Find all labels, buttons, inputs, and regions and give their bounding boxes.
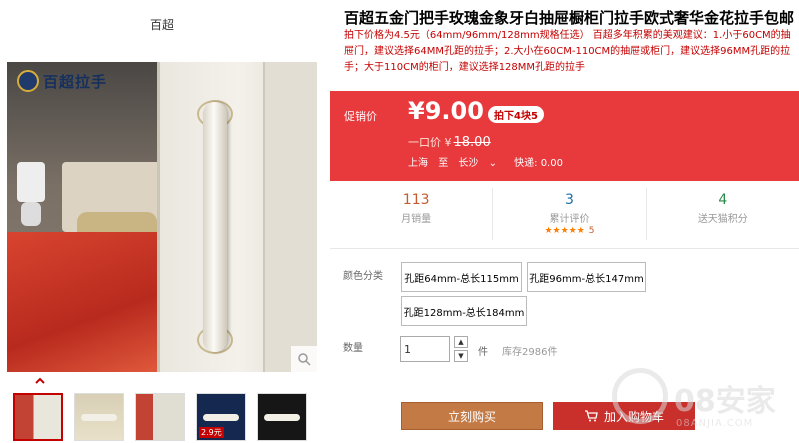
sales-stats: 113 月销量 3 累计评价 ★★★★★ 5 4 送天猫积分 xyxy=(340,188,799,240)
rating-count: 5 xyxy=(588,226,595,236)
thumbnail-strip: 2.9元 xyxy=(13,393,307,441)
brand-logo: 百超拉手 xyxy=(17,70,107,92)
site-watermark: 08安家 08ANJIA.COM xyxy=(612,366,799,443)
search-icon xyxy=(298,353,311,366)
shipping-fee: 快递: 0.00 xyxy=(514,158,563,169)
stock-count: 库存2986件 xyxy=(502,347,558,358)
ship-to-prefix: 至 xyxy=(438,158,449,169)
thumbnail-price-tag: 2.9元 xyxy=(199,427,224,438)
price-amount: 9.00 xyxy=(424,97,484,125)
promo-tag: 拍下4块5 xyxy=(488,106,544,123)
thumbnail-3[interactable] xyxy=(135,393,185,441)
logo-mark-icon xyxy=(17,70,39,92)
thumbnail-2[interactable] xyxy=(74,393,124,441)
product-subtitle: 拍下价格为4.5元（64mm/96mm/128mm规格任选） 百超多年积累的美观… xyxy=(344,30,791,73)
ship-from: 上海 xyxy=(408,158,428,169)
currency-symbol: ¥ xyxy=(408,97,425,125)
quantity-decrease-button[interactable]: ▼ xyxy=(454,350,468,362)
price-panel: 促销价 ¥9.00 拍下4块5 一口价 ¥18.00 上海 至 长沙 ⌄ 快递:… xyxy=(330,91,799,181)
quantity-unit: 件 xyxy=(478,347,488,358)
divider xyxy=(330,248,799,249)
zoom-button[interactable] xyxy=(291,346,317,372)
color-option-label: 颜色分类 xyxy=(343,271,383,282)
sku-option-64mm[interactable]: 孔距64mm-总长115mm xyxy=(401,262,522,292)
promo-price-label: 促销价 xyxy=(344,110,377,123)
promo-price: ¥9.00 xyxy=(408,97,484,125)
stat-reviews[interactable]: 3 累计评价 ★★★★★ 5 xyxy=(493,188,647,240)
shipping-row: 上海 至 长沙 ⌄ 快递: 0.00 xyxy=(408,154,570,169)
sku-option-96mm[interactable]: 孔距96mm-总长147mm xyxy=(527,262,646,292)
original-price-label: 一口价 xyxy=(408,136,441,149)
main-product-image[interactable]: 百超拉手 xyxy=(7,62,317,372)
chevron-up-icon[interactable] xyxy=(34,377,46,385)
original-price: 18.00 xyxy=(453,135,491,150)
rating-stars: ★★★★★ 5 xyxy=(493,226,645,236)
product-title: 百超五金门把手玫瑰金象牙白抽屉橱柜门拉手欧式奢华金花拉手包邮 xyxy=(344,9,795,27)
door-handle xyxy=(203,102,227,352)
star-icons: ★★★★★ xyxy=(544,226,585,236)
thumbnail-1[interactable] xyxy=(13,393,63,441)
ship-to-select[interactable]: 长沙 ⌄ xyxy=(458,158,504,169)
watermark-logo-icon xyxy=(612,368,668,424)
stat-monthly-sales: 113 月销量 xyxy=(340,188,494,240)
sku-option-128mm[interactable]: 孔距128mm-总长184mm xyxy=(401,296,527,326)
quantity-increase-button[interactable]: ▲ xyxy=(454,336,468,348)
arrow-down-icon: ▼ xyxy=(458,352,464,360)
cart-icon xyxy=(584,410,598,422)
stat-tmall-points: 4 送天猫积分 xyxy=(697,192,748,225)
quantity-label: 数量 xyxy=(343,343,363,354)
quantity-input[interactable] xyxy=(400,336,450,362)
original-price-row: 一口价 ¥18.00 xyxy=(408,134,491,150)
chevron-down-icon: ⌄ xyxy=(488,158,497,169)
thumbnail-4[interactable]: 2.9元 xyxy=(196,393,246,441)
arrow-up-icon: ▲ xyxy=(458,338,464,346)
watermark-text: 08安家 xyxy=(674,384,776,419)
store-name[interactable]: 百超 xyxy=(150,16,174,33)
buy-now-button[interactable]: 立刻购买 xyxy=(401,402,543,430)
thumbnail-5[interactable] xyxy=(257,393,307,441)
original-currency: ¥ xyxy=(444,136,452,149)
watermark-url: 08ANJIA.COM xyxy=(676,418,754,429)
logo-text: 百超拉手 xyxy=(43,72,108,91)
